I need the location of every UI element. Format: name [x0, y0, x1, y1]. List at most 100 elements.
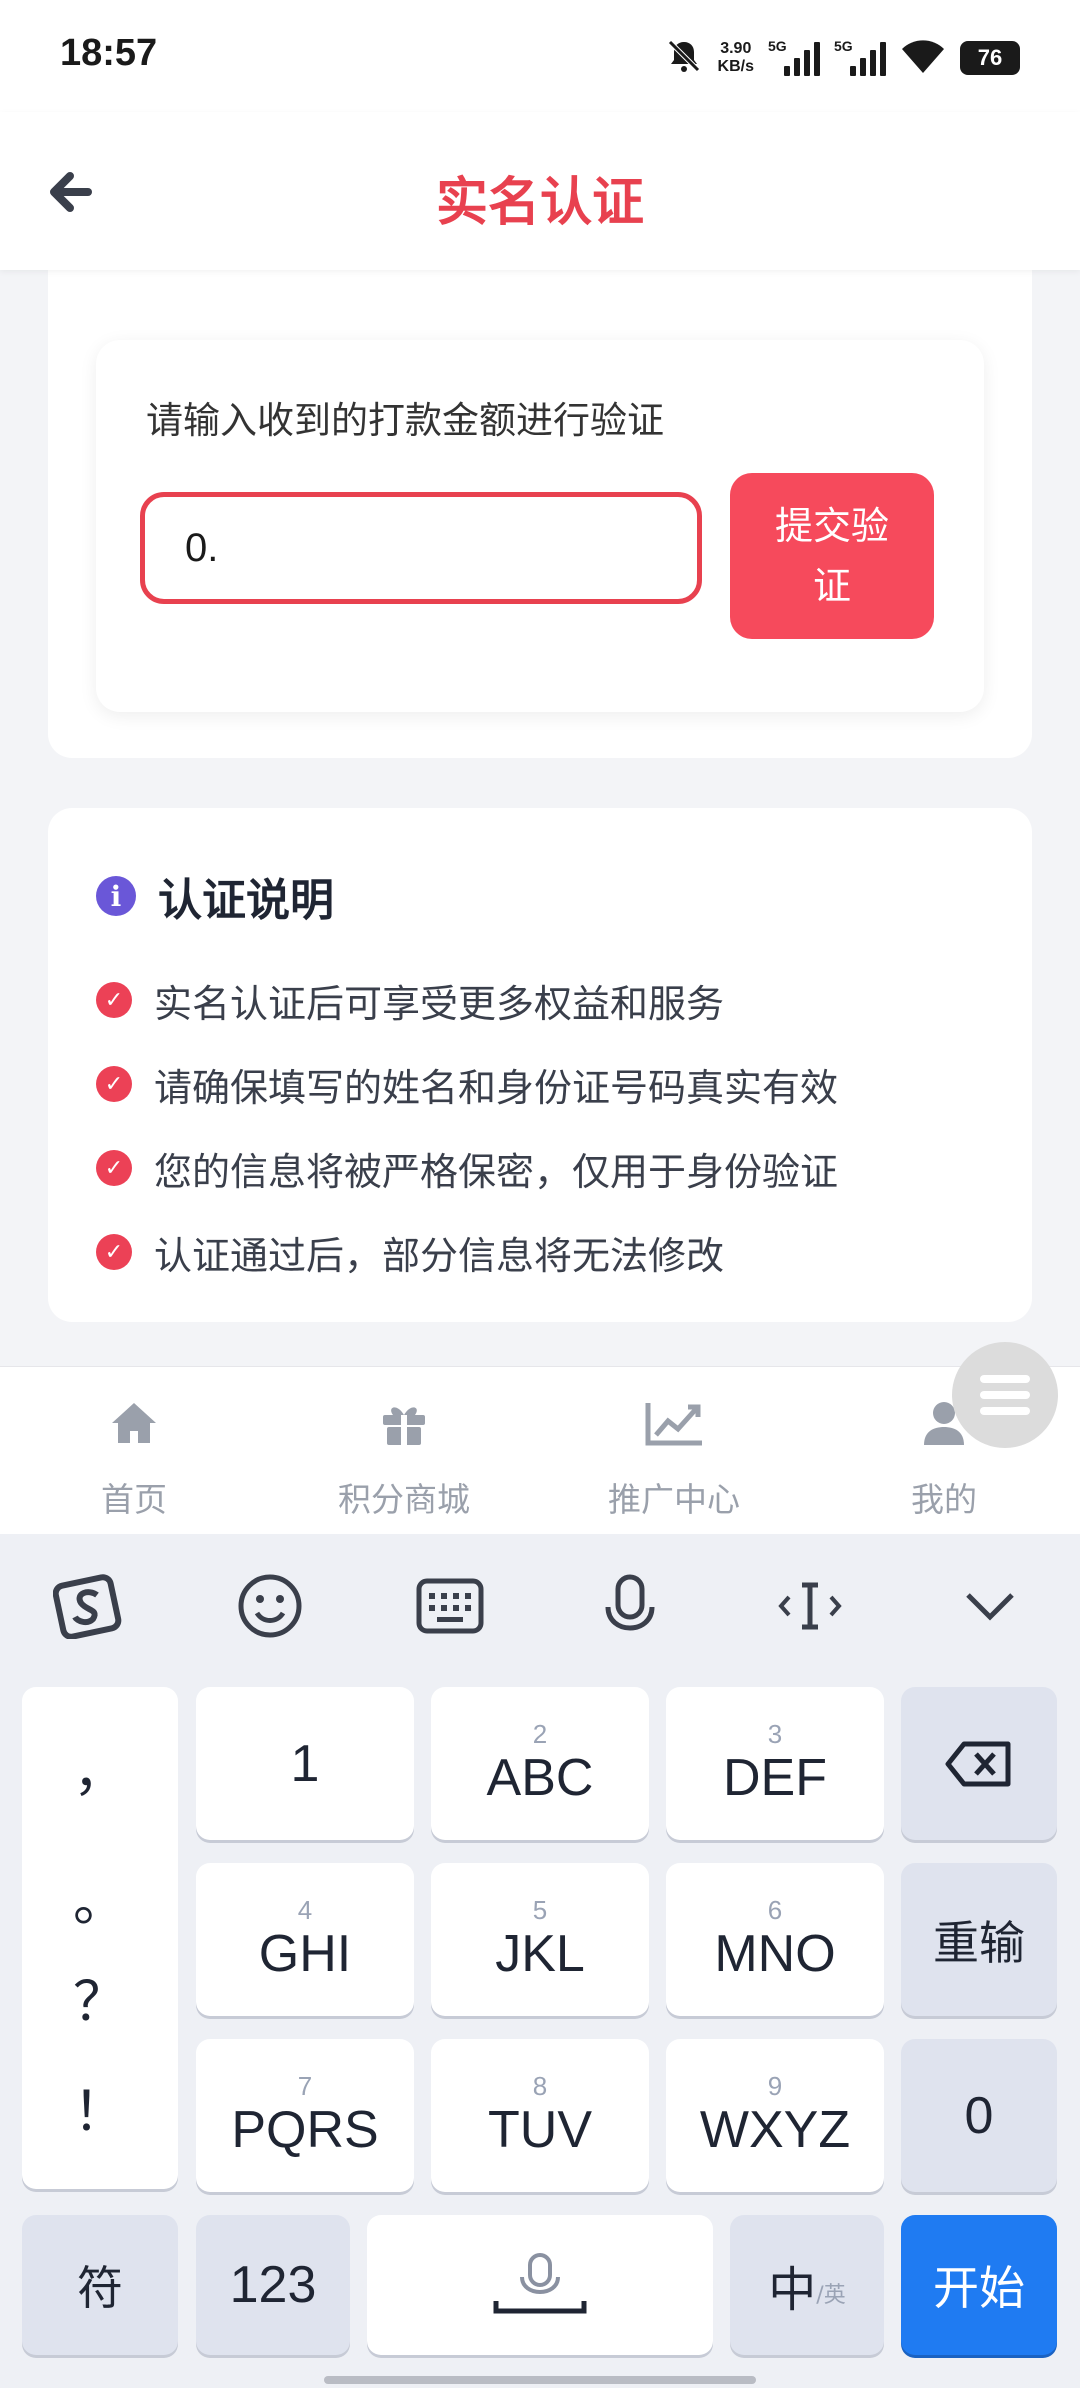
tab-promotion-center[interactable]: 推广中心 — [574, 1395, 774, 1521]
check-circle-icon: ✓ — [96, 1234, 132, 1270]
net-speed: 3.90 KB/s — [718, 40, 754, 76]
key-number: 8 — [532, 2070, 548, 2101]
punct-period[interactable]: 。 — [22, 1857, 178, 1936]
key-label: GHI — [258, 1924, 352, 1983]
verify-card: 请输入收到的打款金额进行验证 0. 提交验 证 — [48, 240, 1032, 758]
list-item: ✓ 您的信息将被严格保密，仅用于身份验证 — [96, 1126, 838, 1210]
net-speed-value: 3.90 — [720, 40, 752, 57]
key-number: 6 — [767, 1894, 783, 1925]
reset-key[interactable]: 重输 — [901, 1863, 1057, 2016]
info-title-row: i 认证说明 — [96, 864, 334, 928]
key-label: ABC — [486, 1748, 594, 1807]
page-title: 实名认证 — [435, 173, 644, 233]
key-pqrs[interactable]: 7 PQRS — [196, 2039, 414, 2192]
amount-input[interactable]: 0. — [140, 492, 702, 604]
key-mno[interactable]: 6 MNO — [666, 1863, 884, 2016]
keyboard-toolbar — [0, 1534, 1080, 1672]
status-time: 18:57 — [60, 32, 158, 74]
info-item-text: 请确保填写的姓名和身份证号码真实有效 — [154, 1065, 839, 1110]
hide-keyboard-button[interactable] — [950, 1570, 1030, 1642]
list-item: ✓ 请确保填写的姓名和身份证号码真实有效 — [96, 1042, 838, 1126]
punct-comma[interactable]: ， — [22, 1727, 178, 1806]
chevron-down-icon — [966, 1593, 1014, 1621]
mute-bell-icon — [664, 36, 704, 80]
signal-sim1-icon: 5G — [768, 38, 820, 78]
key-number: 5 — [532, 1894, 548, 1925]
space-mic-icon — [493, 2253, 587, 2314]
space-key[interactable] — [367, 2215, 713, 2355]
key-jkl[interactable]: 5 JKL — [431, 1863, 649, 2016]
list-item: ✓ 认证通过后，部分信息将无法修改 — [96, 1210, 838, 1294]
bottom-tab-bar: 首页 积分商城 推广中心 我的 — [0, 1366, 1080, 1535]
number-mode-key[interactable]: 123 — [196, 2215, 350, 2355]
key-number: 7 — [297, 2070, 313, 2101]
backspace-icon — [945, 1741, 1011, 1786]
key-number: 4 — [297, 1894, 313, 1925]
key-label: JKL — [495, 1924, 585, 1983]
key-0[interactable]: 0 — [901, 2039, 1057, 2192]
keyboard-switch-button[interactable] — [410, 1570, 490, 1642]
key-ghi[interactable]: 4 GHI — [196, 1863, 414, 2016]
check-circle-icon: ✓ — [96, 1150, 132, 1186]
tab-points-mall-label: 积分商城 — [338, 1480, 470, 1519]
gift-icon — [383, 1407, 425, 1445]
key-number: 3 — [767, 1718, 783, 1749]
home-indicator[interactable] — [324, 2376, 756, 2384]
info-title: 认证说明 — [158, 875, 334, 926]
text-cursor-icon — [778, 1582, 842, 1630]
key-tuv[interactable]: 8 TUV — [431, 2039, 649, 2192]
tab-promotion-center-label: 推广中心 — [608, 1480, 740, 1519]
sogou-logo-icon — [53, 1574, 122, 1639]
soft-keyboard: ， 。 ？ ！ 1 2 ABC 3 DEF 4 GHI 5 JKL 6 MNO … — [0, 1534, 1080, 2388]
info-item-text: 您的信息将被严格保密，仅用于身份验证 — [154, 1149, 839, 1194]
tab-points-mall[interactable]: 积分商城 — [304, 1395, 504, 1521]
key-label: PQRS — [231, 2100, 379, 2159]
emoji-button[interactable] — [230, 1570, 310, 1642]
wifi-icon — [900, 37, 946, 79]
info-list: ✓ 实名认证后可享受更多权益和服务 ✓ 请确保填写的姓名和身份证号码真实有效 ✓… — [96, 958, 838, 1294]
symbol-key[interactable]: 符 — [22, 2215, 178, 2355]
key-label: WXYZ — [699, 2100, 851, 2159]
cursor-move-button[interactable] — [770, 1570, 850, 1642]
amount-verify-panel: 请输入收到的打款金额进行验证 0. 提交验 证 — [96, 340, 984, 712]
go-key[interactable]: 开始 — [901, 2215, 1057, 2355]
key-number: 9 — [767, 2070, 783, 2101]
tab-home-label: 首页 — [101, 1480, 167, 1519]
voice-input-button[interactable] — [590, 1570, 670, 1642]
language-sub-label: /英 — [816, 2283, 846, 2308]
tab-home[interactable]: 首页 — [34, 1395, 234, 1521]
amount-prompt: 请输入收到的打款金额进行验证 — [146, 399, 664, 442]
page-header: 实名认证 — [0, 112, 1080, 270]
keyboard-icon — [416, 1578, 484, 1634]
key-wxyz[interactable]: 9 WXYZ — [666, 2039, 884, 2192]
key-label: MNO — [714, 1924, 836, 1983]
punct-exclamation[interactable]: ！ — [22, 2067, 178, 2146]
home-icon — [112, 1403, 156, 1443]
check-circle-icon: ✓ — [96, 982, 132, 1018]
menu-line — [980, 1375, 1030, 1383]
language-switch-key[interactable]: 中 /英 — [730, 2215, 884, 2355]
key-1[interactable]: 1 — [196, 1687, 414, 1840]
microphone-icon — [605, 1574, 655, 1631]
key-abc[interactable]: 2 ABC — [431, 1687, 649, 1840]
info-item-text: 实名认证后可享受更多权益和服务 — [154, 981, 725, 1026]
key-def[interactable]: 3 DEF — [666, 1687, 884, 1840]
list-item: ✓ 实名认证后可享受更多权益和服务 — [96, 958, 838, 1042]
punctuation-column[interactable]: ， 。 ？ ！ — [22, 1687, 178, 2189]
emoji-icon — [238, 1574, 302, 1638]
menu-line — [980, 1407, 1030, 1415]
check-circle-icon: ✓ — [96, 1066, 132, 1102]
punct-question[interactable]: ？ — [22, 1957, 178, 2036]
key-label: 1 — [290, 1734, 320, 1793]
sogou-logo-button[interactable] — [48, 1570, 128, 1642]
key-label: DEF — [723, 1748, 827, 1807]
backspace-key[interactable] — [901, 1687, 1057, 1840]
net-speed-unit: KB/s — [717, 58, 754, 75]
submit-verify-label: 提交验 证 — [774, 504, 889, 608]
submit-verify-button[interactable]: 提交验 证 — [730, 473, 934, 639]
info-item-text: 认证通过后，部分信息将无法修改 — [154, 1233, 725, 1278]
battery-icon: 76 — [960, 41, 1020, 75]
language-main-label: 中 — [768, 2262, 817, 2318]
floating-menu-button[interactable] — [952, 1342, 1058, 1448]
menu-line — [980, 1391, 1030, 1399]
